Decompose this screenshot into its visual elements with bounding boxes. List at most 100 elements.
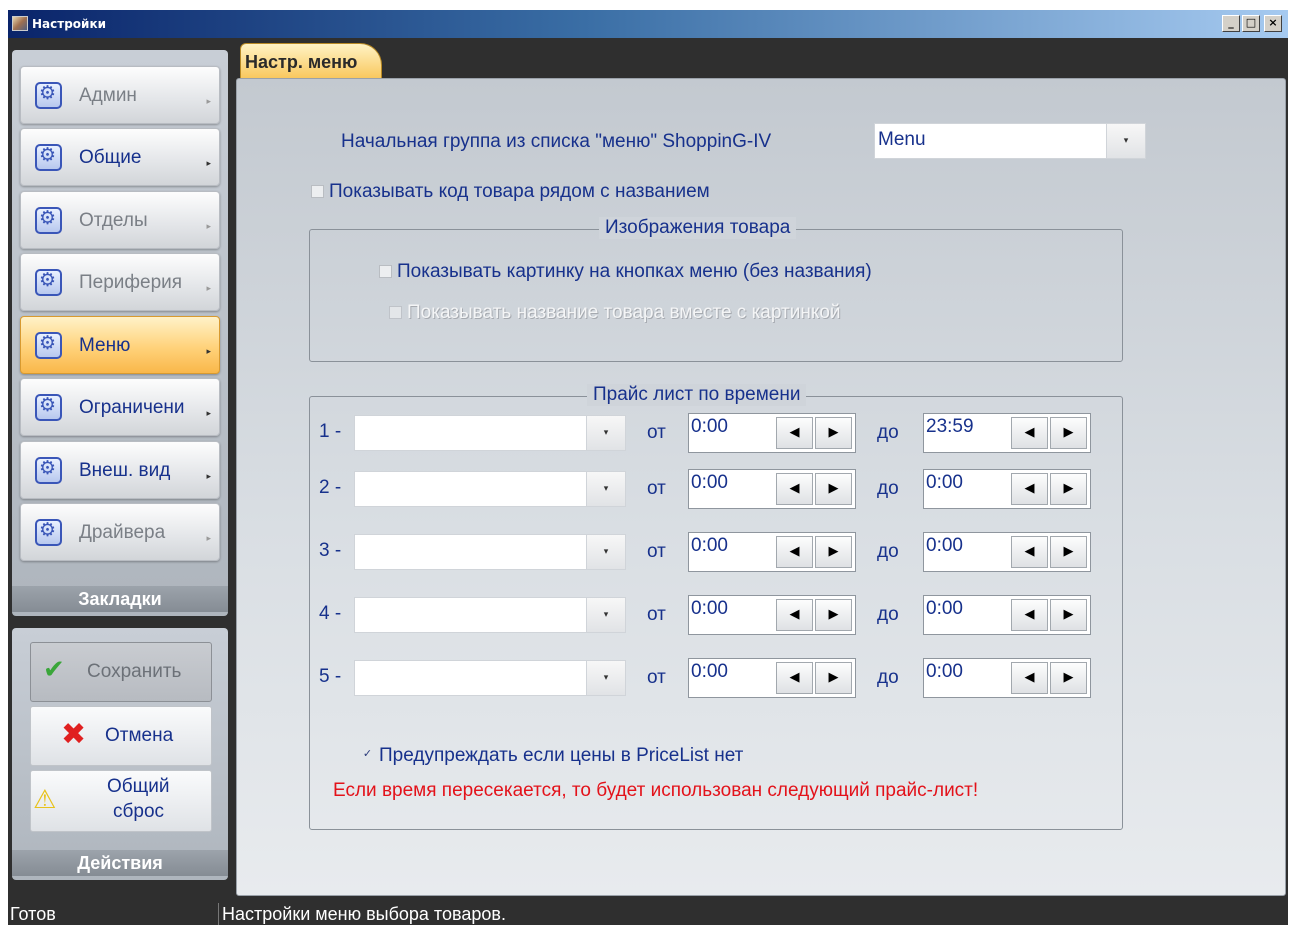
cancel-button[interactable]: ✖ Отмена bbox=[30, 706, 212, 766]
arrow-right-icon[interactable]: ▶ bbox=[815, 536, 852, 568]
to-label: до bbox=[877, 667, 899, 688]
from-time-value[interactable]: 0:00 bbox=[691, 472, 728, 494]
to-time-value[interactable]: 0:00 bbox=[926, 535, 963, 557]
sidebar-item-departments[interactable]: Отделы ▸ bbox=[20, 191, 220, 249]
to-time-value[interactable]: 0:00 bbox=[926, 598, 963, 620]
show-name-label: Показывать название товара вместе с карт… bbox=[407, 302, 841, 323]
arrow-left-icon[interactable]: ◀ bbox=[776, 662, 813, 694]
from-label: от bbox=[647, 422, 666, 443]
to-time-spinner[interactable]: 0:00 ◀ ▶ bbox=[923, 532, 1091, 572]
to-time-value[interactable]: 23:59 bbox=[926, 416, 974, 438]
from-time-spinner[interactable]: 0:00 ◀ ▶ bbox=[688, 595, 856, 635]
show-code-checkbox[interactable] bbox=[311, 185, 324, 198]
settings-icon bbox=[35, 519, 62, 546]
price-list-select[interactable]: ▾ bbox=[354, 471, 626, 507]
save-button[interactable]: ✔ Сохранить bbox=[30, 642, 212, 702]
price-list-select[interactable]: ▾ bbox=[354, 660, 626, 696]
settings-icon bbox=[35, 394, 62, 421]
from-time-spinner[interactable]: 0:00 ◀ ▶ bbox=[688, 532, 856, 572]
arrow-right-icon[interactable]: ▶ bbox=[1050, 536, 1087, 568]
settings-content: Начальная группа из списка "меню" Shoppi… bbox=[236, 78, 1286, 896]
maximize-button[interactable]: □ bbox=[1242, 15, 1260, 32]
from-time-spinner[interactable]: 0:00 ◀ ▶ bbox=[688, 413, 856, 453]
sidebar-item-label: Меню bbox=[79, 335, 131, 356]
images-group-title: Изображения товара bbox=[599, 217, 797, 239]
arrow-right-icon[interactable]: ▶ bbox=[1050, 473, 1087, 505]
from-label: от bbox=[647, 604, 666, 625]
row-index: 4 - bbox=[319, 603, 342, 624]
arrow-left-icon[interactable]: ◀ bbox=[776, 536, 813, 568]
sidebar-item-peripherals[interactable]: Периферия ▸ bbox=[20, 253, 220, 311]
sidebar-item-menu[interactable]: Меню ▸ bbox=[20, 316, 220, 374]
arrow-right-icon[interactable]: ▶ bbox=[1050, 417, 1087, 449]
cancel-button-label: Отмена bbox=[105, 725, 174, 746]
from-label: от bbox=[647, 541, 666, 562]
price-list-select[interactable]: ▾ bbox=[354, 415, 626, 451]
to-time-spinner[interactable]: 0:00 ◀ ▶ bbox=[923, 595, 1091, 635]
to-time-spinner[interactable]: 0:00 ◀ ▶ bbox=[923, 658, 1091, 698]
from-time-spinner[interactable]: 0:00 ◀ ▶ bbox=[688, 658, 856, 698]
arrow-right-icon[interactable]: ▶ bbox=[1050, 599, 1087, 631]
to-time-spinner[interactable]: 0:00 ◀ ▶ bbox=[923, 469, 1091, 509]
show-name-checkbox[interactable] bbox=[389, 306, 402, 319]
chevron-down-icon[interactable]: ▾ bbox=[586, 598, 625, 632]
arrow-left-icon[interactable]: ◀ bbox=[776, 599, 813, 631]
arrow-right-icon[interactable]: ▶ bbox=[815, 473, 852, 505]
chevron-down-icon[interactable]: ▾ bbox=[586, 535, 625, 569]
close-button[interactable]: × bbox=[1264, 15, 1282, 32]
arrow-right-icon[interactable]: ▶ bbox=[815, 662, 852, 694]
to-label: до bbox=[877, 422, 899, 443]
from-time-value[interactable]: 0:00 bbox=[691, 661, 728, 683]
row-index: 3 - bbox=[319, 540, 342, 561]
arrow-left-icon[interactable]: ◀ bbox=[776, 473, 813, 505]
chevron-down-icon[interactable]: ▾ bbox=[586, 661, 625, 695]
arrow-left-icon[interactable]: ◀ bbox=[776, 417, 813, 449]
show-picture-checkbox[interactable] bbox=[379, 265, 392, 278]
sidebar-item-label: Ограничени bbox=[79, 397, 185, 418]
tab-label: Настр. меню bbox=[245, 52, 358, 72]
from-time-value[interactable]: 0:00 bbox=[691, 598, 728, 620]
save-button-label: Сохранить bbox=[87, 661, 182, 682]
arrow-right-icon[interactable]: ▶ bbox=[815, 417, 852, 449]
from-time-value[interactable]: 0:00 bbox=[691, 535, 728, 557]
title-bar[interactable]: Настройки _ □ × bbox=[8, 10, 1288, 38]
arrow-right-icon[interactable]: ▶ bbox=[1050, 662, 1087, 694]
price-list-select[interactable]: ▾ bbox=[354, 534, 626, 570]
sidebar-item-general[interactable]: Общие ▸ bbox=[20, 128, 220, 186]
sidebar-item-admin[interactable]: Админ ▸ bbox=[20, 66, 220, 124]
price-list-select[interactable]: ▾ bbox=[354, 597, 626, 633]
arrow-right-icon: ▸ bbox=[206, 534, 211, 544]
sidebar-item-drivers[interactable]: Драйвера ▸ bbox=[20, 503, 220, 561]
to-label: до bbox=[877, 541, 899, 562]
show-code-label: Показывать код товара рядом с названием bbox=[329, 181, 710, 202]
chevron-down-icon[interactable]: ▾ bbox=[586, 416, 625, 450]
checkmark-icon: ✔ bbox=[43, 655, 65, 685]
arrow-left-icon[interactable]: ◀ bbox=[1011, 599, 1048, 631]
start-group-select[interactable]: Menu ▾ bbox=[874, 123, 1146, 159]
arrow-right-icon: ▸ bbox=[206, 409, 211, 419]
sidebar-item-appearance[interactable]: Внеш. вид ▸ bbox=[20, 441, 220, 499]
warn-checkbox[interactable]: ✓ bbox=[361, 748, 374, 761]
to-time-value[interactable]: 0:00 bbox=[926, 661, 963, 683]
chevron-down-icon[interactable]: ▾ bbox=[1106, 124, 1145, 158]
window-title: Настройки bbox=[32, 17, 107, 31]
to-time-value[interactable]: 0:00 bbox=[926, 472, 963, 494]
tab-menu-settings[interactable]: Настр. меню bbox=[240, 43, 382, 78]
arrow-left-icon[interactable]: ◀ bbox=[1011, 473, 1048, 505]
arrow-left-icon[interactable]: ◀ bbox=[1011, 536, 1048, 568]
arrow-left-icon[interactable]: ◀ bbox=[1011, 417, 1048, 449]
actions-section-label: Действия bbox=[12, 850, 228, 876]
from-label: от bbox=[647, 667, 666, 688]
from-time-value[interactable]: 0:00 bbox=[691, 416, 728, 438]
show-picture-label: Показывать картинку на кнопках меню (без… bbox=[397, 261, 872, 282]
to-time-spinner[interactable]: 23:59 ◀ ▶ bbox=[923, 413, 1091, 453]
chevron-down-icon[interactable]: ▾ bbox=[586, 472, 625, 506]
minimize-button[interactable]: _ bbox=[1222, 15, 1240, 32]
sidebar-item-restrictions[interactable]: Ограничени ▸ bbox=[20, 378, 220, 436]
warn-label: Предупреждать если цены в PriceList нет bbox=[379, 745, 744, 766]
from-time-spinner[interactable]: 0:00 ◀ ▶ bbox=[688, 469, 856, 509]
reset-button[interactable]: ⚠ Общий сброс bbox=[30, 770, 212, 832]
arrow-right-icon[interactable]: ▶ bbox=[815, 599, 852, 631]
settings-icon bbox=[35, 144, 62, 171]
arrow-left-icon[interactable]: ◀ bbox=[1011, 662, 1048, 694]
